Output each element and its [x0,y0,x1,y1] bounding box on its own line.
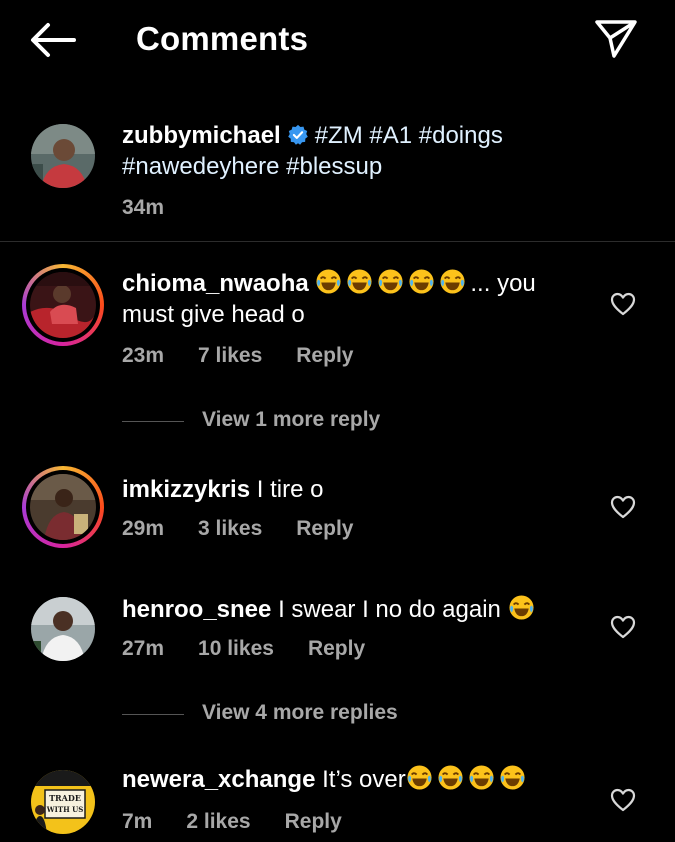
comment-likes[interactable]: 3 likes [198,517,262,540]
comment-username[interactable]: imkizzykris [122,476,250,503]
laughing-emoji-icon [469,765,494,790]
caption-hashtags-line2[interactable]: #nawedeyhere #blessup [122,153,382,180]
send-button[interactable] [594,18,638,60]
like-button[interactable] [610,788,636,812]
avatar[interactable] [22,264,104,346]
comment-text: newera_xchange It’s over [122,764,530,795]
laughing-emoji-icon [508,595,534,620]
comment-likes[interactable]: 10 likes [198,637,274,660]
laughing-emoji-icon [316,269,341,294]
comment-time: 27m [122,637,165,660]
comment-text: imkizzykris I tire o [122,474,323,505]
caption-time: 34m [122,196,165,219]
like-button[interactable] [610,292,636,316]
verified-icon [287,124,308,145]
avatar-image: TRADE WITH US [31,770,95,834]
avatar[interactable] [22,466,104,548]
avatar[interactable]: TRADE WITH US [31,770,95,834]
avatar-badge-text: TRADE [49,793,81,803]
back-arrow-icon [31,23,76,57]
comment-body: ... you [470,270,536,297]
comment-username[interactable]: chioma_nwaoha [122,270,309,297]
back-button[interactable] [30,22,76,58]
post-caption: zubbymichael #ZM #A1 #doings #nawedeyher… [0,110,675,242]
comment-body: It’s over [322,766,406,793]
caption-meta: 34m [122,196,198,220]
laughing-emoji-icon [407,765,432,790]
laughing-emoji-icon [500,765,525,790]
comment-likes[interactable]: 2 likes [186,810,250,833]
laughing-emoji-icon [347,269,372,294]
caption-hashtags-line1[interactable]: #ZM #A1 #doings [315,122,503,149]
laughing-emoji-icon [440,269,465,294]
view-more-replies[interactable]: View 4 more replies [122,701,442,727]
laughing-emoji-icon [409,269,434,294]
comment-text: henroo_snee I swear I no do again [122,594,539,625]
avatar-image [30,474,96,540]
send-icon [595,20,637,58]
comment-time: 23m [122,344,165,367]
header: Comments [0,0,675,80]
reply-button[interactable]: Reply [296,517,353,540]
comment-text: chioma_nwaoha ... you must give head o [122,268,536,330]
comment-body: I swear I no do again [278,596,501,623]
heart-icon [610,615,636,639]
avatar[interactable] [31,124,95,188]
laughing-emoji-icon [438,765,463,790]
view-more-label[interactable]: View 1 more reply [202,408,380,432]
comment-time: 29m [122,517,165,540]
emoji-group [315,269,470,297]
comment-meta: 7m 2 likes Reply [122,810,376,834]
comment-meta: 27m 10 likes Reply [122,637,399,661]
reply-button[interactable]: Reply [296,344,353,367]
avatar-image [31,124,95,188]
comment-body: I tire o [256,476,324,503]
view-more-line [122,714,184,715]
like-button[interactable] [610,495,636,519]
avatar-image [30,272,96,338]
comment-meta: 29m 3 likes Reply [122,517,387,541]
caption-username[interactable]: zubbymichael [122,122,281,149]
avatar-badge-text: WITH US [46,805,84,814]
heart-icon [610,292,636,316]
avatar-image [31,597,95,661]
view-more-label[interactable]: View 4 more replies [202,701,398,725]
reply-button[interactable]: Reply [285,810,342,833]
view-more-line [122,421,184,422]
caption-text: zubbymichael #ZM #A1 #doings #nawedeyher… [122,120,503,182]
comment-meta: 23m 7 likes Reply [122,344,387,368]
comment-username[interactable]: henroo_snee [122,596,271,623]
page-title: Comments [136,20,309,57]
comment-time: 7m [122,810,153,833]
heart-icon [610,788,636,812]
reply-button[interactable]: Reply [308,637,365,660]
heart-icon [610,495,636,519]
avatar[interactable] [31,597,95,661]
comment-body-line2: must give head o [122,301,305,328]
like-button[interactable] [610,615,636,639]
comment-username[interactable]: newera_xchange [122,766,315,793]
view-more-replies[interactable]: View 1 more reply [122,408,422,434]
divider [0,241,675,242]
comment-likes[interactable]: 7 likes [198,344,262,367]
laughing-emoji-icon [378,269,403,294]
emoji-group [406,765,530,793]
